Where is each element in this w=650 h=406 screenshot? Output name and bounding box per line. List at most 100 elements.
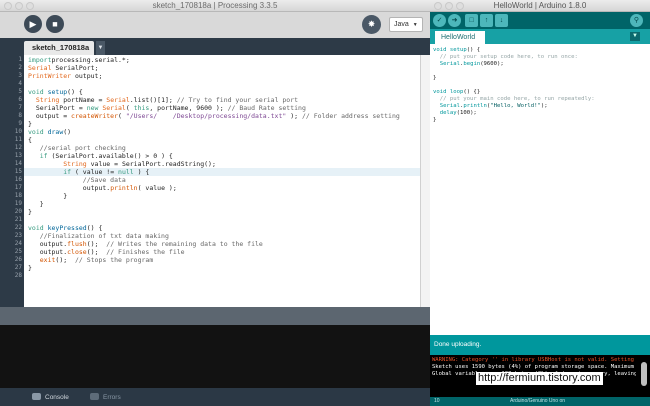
line-number: 22: [14, 224, 22, 231]
tab-sketch[interactable]: sketch_170818a: [24, 41, 94, 55]
arrow-up-icon: ↑: [484, 17, 489, 24]
code-line: }: [433, 117, 437, 123]
footer-line-number: 10: [434, 398, 440, 404]
arduino-window-title: HelloWorld | Arduino 1.8.0: [493, 1, 587, 10]
code-line: //Save data: [28, 176, 126, 184]
arrow-right-icon: ➜: [451, 17, 458, 24]
arduino-titlebar: HelloWorld | Arduino 1.8.0: [430, 0, 650, 12]
line-number: 7: [18, 104, 22, 111]
minimize-window-button[interactable]: [445, 2, 453, 10]
line-number: 8: [18, 112, 22, 119]
editor-scrollbar[interactable]: [420, 55, 430, 307]
line-number: 5: [18, 88, 22, 95]
code-line: void setup() {: [28, 88, 83, 96]
line-number: 17: [14, 184, 22, 191]
arduino-tab-bar: HelloWorld ▼: [430, 29, 650, 44]
processing-window: sketch_170818a | Processing 3.3.5 ▶ ■ ✸ …: [0, 0, 430, 406]
warning-icon: [90, 393, 99, 400]
verify-button[interactable]: ✓: [433, 14, 446, 27]
line-number: 24: [14, 240, 22, 247]
serial-monitor-button[interactable]: ⚲: [630, 14, 643, 27]
code-line: void loop() {}: [433, 89, 481, 95]
save-sketch-button[interactable]: ↓: [495, 14, 508, 27]
line-number: 18: [14, 192, 22, 199]
code-line: }: [28, 200, 44, 208]
console-line: WARNING: Category '' in library USBHost …: [432, 357, 636, 363]
line-number: 4: [18, 80, 22, 87]
code-line: //Finalization of txt data making: [28, 232, 169, 240]
footer-board-info: Arduino/Genuino Uno on: [510, 398, 566, 404]
processing-code-editor[interactable]: 1 2 3 4 5 6 7 8 9 10 11 12 13 14 15 16 17 18 19 20 21 22 23 24 2…: [0, 55, 420, 307]
line-number: 1: [18, 56, 22, 63]
line-number: 16: [14, 176, 22, 183]
upload-button[interactable]: ➜: [448, 14, 461, 27]
code-line: }: [28, 120, 32, 128]
magnifier-icon: ⚲: [633, 17, 640, 24]
code-line: output.println( value );: [28, 184, 177, 192]
line-number: 13: [14, 152, 22, 159]
arrow-down-icon: ↓: [499, 17, 504, 24]
console-scrollbar[interactable]: [641, 362, 647, 386]
mode-select[interactable]: Java ▼: [389, 17, 423, 32]
tab-sketch-label: sketch_170818a: [32, 43, 90, 52]
code-line: String value = SerialPort.readString();: [63, 160, 216, 168]
close-window-button[interactable]: [4, 2, 12, 10]
line-number: 10: [14, 128, 22, 135]
arduino-window: HelloWorld | Arduino 1.8.0 ✓ ➜ □ ↑ ↓ ⚲ H…: [430, 0, 650, 406]
processing-toolbar: ▶ ■ ✸ Java ▼: [0, 12, 430, 38]
zoom-window-button[interactable]: [26, 2, 34, 10]
errors-tab-label: Errors: [103, 394, 121, 401]
line-number: 12: [14, 144, 22, 151]
line-number: 9: [18, 120, 22, 127]
code-line: output.flush(); // Writes the remaining …: [28, 240, 263, 248]
message-area: [0, 307, 430, 325]
code-line: if (SerialPort.available() > 0 ) {: [39, 152, 173, 160]
code-line: exit(); // Stops the program: [39, 256, 154, 264]
run-button[interactable]: ▶: [24, 15, 42, 33]
new-file-icon: □: [469, 17, 474, 24]
errors-tab[interactable]: Errors: [90, 391, 121, 404]
line-number-gutter: 1 2 3 4 5 6 7 8 9 10 11 12 13 14 15 16 17 18 19 20 21 22 23 24 2…: [0, 55, 24, 307]
tab-helloworld-label: HelloWorld: [441, 34, 476, 41]
code-line: }: [28, 192, 68, 200]
line-number: 2: [18, 64, 22, 71]
line-number: 26: [14, 256, 22, 263]
stop-icon: ■: [52, 19, 58, 29]
close-window-button[interactable]: [434, 2, 442, 10]
debug-mode-button[interactable]: ✸: [362, 15, 381, 34]
processing-window-title: sketch_170818a | Processing 3.3.5: [152, 1, 278, 10]
code-line: if ( value != null ) {: [63, 168, 150, 176]
console-tab-bar: Console Errors: [0, 388, 430, 406]
code-line: {: [28, 136, 32, 144]
checkmark-icon: ✓: [436, 17, 443, 24]
arduino-code-editor[interactable]: void setup() { // put your setup code he…: [430, 44, 650, 335]
tab-helloworld[interactable]: HelloWorld: [435, 31, 485, 44]
tab-menu-button[interactable]: ▼: [630, 32, 640, 41]
console-output: [0, 325, 430, 388]
debugger-icon: ✸: [367, 19, 376, 29]
chevron-down-icon: ▼: [632, 33, 638, 39]
line-number: 25: [14, 248, 22, 255]
zoom-window-button[interactable]: [456, 2, 464, 10]
code-line: importprocessing.serial.*;: [28, 56, 130, 64]
new-sketch-button[interactable]: □: [465, 14, 478, 27]
open-sketch-button[interactable]: ↑: [480, 14, 493, 27]
stop-button[interactable]: ■: [46, 15, 64, 33]
minimize-window-button[interactable]: [15, 2, 23, 10]
line-number: 19: [14, 200, 22, 207]
line-number: 3: [18, 72, 22, 79]
play-icon: ▶: [29, 19, 37, 29]
console-tab[interactable]: Console: [32, 391, 69, 404]
line-number: 21: [14, 216, 22, 223]
code-line: // put your setup code here, to run once…: [433, 54, 578, 60]
code-line: SerialPort = new Serial( this, portName,…: [28, 104, 306, 112]
tab-menu-button[interactable]: ▼: [96, 41, 105, 55]
watermark-text: http://fermium.tistory.com: [476, 372, 603, 385]
code-line: }: [28, 208, 32, 216]
line-number: 6: [18, 96, 22, 103]
code-line: Serial SerialPort;: [28, 64, 99, 72]
line-number: 14: [14, 160, 22, 167]
line-number: 11: [14, 136, 22, 143]
upload-status-text: Done uploading.: [434, 341, 482, 348]
console-line: Sketch uses 1590 bytes (4%) of program s…: [432, 364, 636, 370]
